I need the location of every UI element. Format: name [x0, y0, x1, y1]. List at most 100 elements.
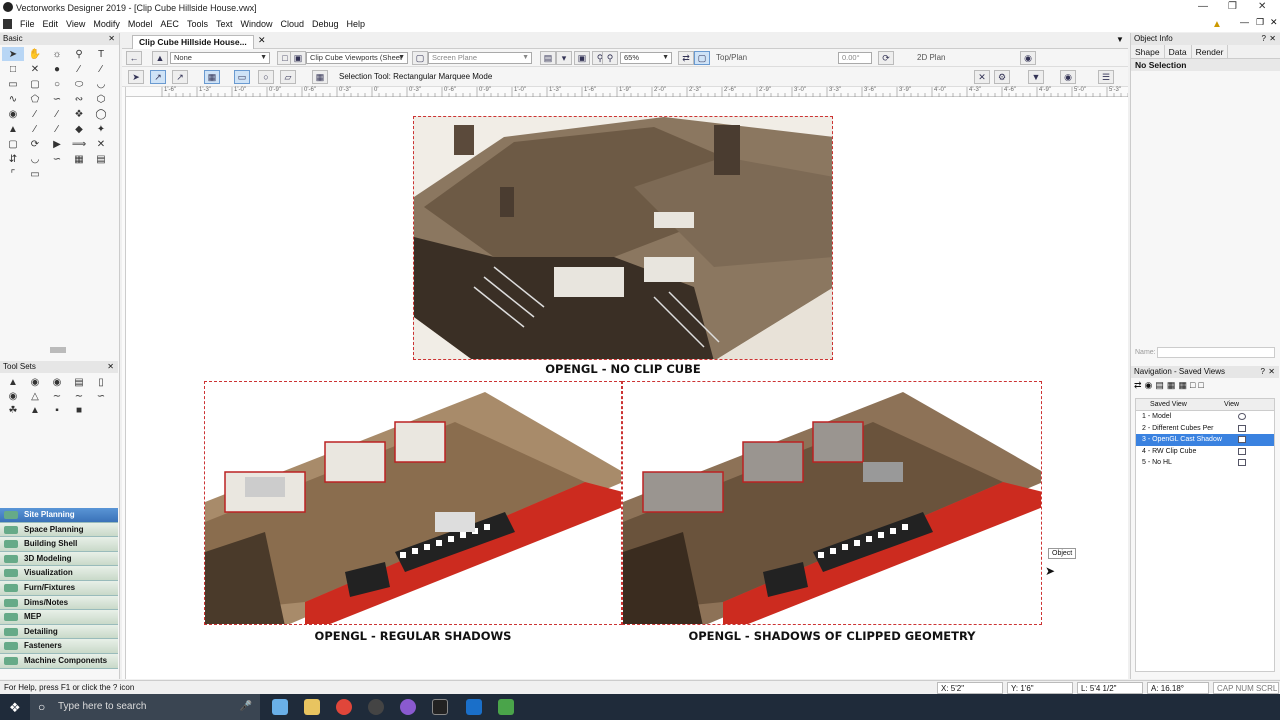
- minimize-icon[interactable]: —: [1198, 1, 1208, 12]
- plant-icon[interactable]: ☘: [2, 403, 24, 417]
- split-tool-icon[interactable]: ∕: [24, 122, 46, 136]
- help-icon[interactable]: ?: [1262, 33, 1266, 45]
- taskbar-search[interactable]: ○ Type here to search 🎤: [30, 694, 260, 720]
- double-line-tool-icon[interactable]: ◉: [2, 107, 24, 121]
- delete-tool-icon[interactable]: ✕: [24, 62, 46, 76]
- rotate-tool-icon[interactable]: ⟳: [24, 137, 46, 151]
- polyline-tool-icon[interactable]: ∿: [2, 92, 24, 106]
- microphone-icon[interactable]: 🎤: [240, 694, 252, 720]
- menu-help[interactable]: Help: [343, 16, 370, 32]
- flip-icon[interactable]: ⇄: [678, 51, 694, 65]
- wall-tool-icon[interactable]: ▦: [68, 152, 90, 166]
- nav-back-icon[interactable]: ⇄: [1134, 380, 1142, 392]
- toolset-space-planning[interactable]: Space Planning: [0, 522, 118, 538]
- close-icon[interactable]: ✕: [107, 361, 114, 373]
- toolset-dims-notes[interactable]: Dims/Notes: [0, 595, 118, 611]
- eyedropper-tool-icon[interactable]: ●: [46, 62, 68, 76]
- close-icon[interactable]: ✕: [1269, 33, 1276, 45]
- scale-mode-icon[interactable]: ▦: [204, 70, 220, 84]
- snagit-icon[interactable]: [498, 699, 514, 715]
- rectangle-tool-icon[interactable]: ▭: [2, 77, 24, 91]
- nav-sheets-icon[interactable]: ▤: [1155, 380, 1164, 392]
- saved-view-row[interactable]: 5 - No HL: [1136, 457, 1274, 469]
- layers-icon[interactable]: ☰: [1098, 70, 1114, 84]
- name-field[interactable]: [1157, 347, 1275, 358]
- grade-icon[interactable]: ◉: [24, 375, 46, 389]
- obs-icon[interactable]: [368, 699, 384, 715]
- vimeo-icon[interactable]: [400, 699, 416, 715]
- help-icon[interactable]: ?: [1261, 366, 1265, 378]
- site-model-icon[interactable]: ▲: [2, 375, 24, 389]
- menu-window[interactable]: Window: [236, 16, 276, 32]
- toolset-machine-components[interactable]: Machine Components: [0, 653, 118, 669]
- drawing-canvas[interactable]: OPENGL - NO CLIP CUBE OPENGL - REGULAR S…: [127, 98, 1128, 679]
- rotation-field[interactable]: 0.00°: [838, 52, 872, 64]
- rectangular-marquee-icon[interactable]: ▭: [234, 70, 250, 84]
- tab-menu-icon[interactable]: ▼: [1116, 35, 1124, 44]
- saved-view-row[interactable]: 4 - RW Clip Cube: [1136, 446, 1274, 458]
- close-icon[interactable]: ✕: [1268, 366, 1275, 378]
- site-survey-icon[interactable]: ■: [68, 403, 90, 417]
- visualization-tool-icon[interactable]: ▤: [90, 152, 112, 166]
- back-icon[interactable]: ←: [126, 51, 142, 65]
- curb-icon[interactable]: ∽: [90, 389, 112, 403]
- saved-view-row[interactable]: 3 - OpenGL Cast Shadow: [1136, 434, 1274, 446]
- class-select[interactable]: None ▼: [170, 52, 270, 64]
- toolset-fasteners[interactable]: Fasteners: [0, 639, 118, 654]
- disable-interactive-icon[interactable]: ↗: [172, 70, 188, 84]
- stretch-tool-icon[interactable]: ✕: [90, 137, 112, 151]
- toolset-3d-modeling[interactable]: 3D Modeling: [0, 551, 118, 567]
- plane-select[interactable]: Screen Plane ▼: [428, 52, 532, 64]
- viewport-icon[interactable]: ▣: [290, 51, 306, 65]
- transform-mode-icon[interactable]: ↗: [150, 70, 166, 84]
- massing-icon[interactable]: ▲: [24, 403, 46, 417]
- palette-collapse-handle[interactable]: [50, 347, 66, 353]
- windows-start-icon[interactable]: ❖: [9, 700, 21, 716]
- menu-file[interactable]: File: [16, 16, 39, 32]
- circle-tool-icon[interactable]: ○: [46, 77, 68, 91]
- rounded-rect-tool-icon[interactable]: ▢: [24, 77, 46, 91]
- spiral-tool-icon[interactable]: ∾: [68, 92, 90, 106]
- toolset-visualization[interactable]: Visualization: [0, 566, 118, 581]
- loci-tool-icon[interactable]: ✦: [90, 122, 112, 136]
- menu-tools[interactable]: Tools: [183, 16, 212, 32]
- connect-tool-icon[interactable]: ◆: [68, 122, 90, 136]
- toolset-furn-fixtures[interactable]: Furn/Fixtures: [0, 580, 118, 596]
- view-standard-icon[interactable]: ▢: [694, 51, 710, 65]
- lasso-marquee-icon[interactable]: ○: [258, 70, 274, 84]
- arc-2-tool-icon[interactable]: ◡: [24, 152, 46, 166]
- nav-refs-icon[interactable]: □: [1190, 380, 1195, 392]
- preferences-icon[interactable]: ▦: [312, 70, 328, 84]
- render-icon[interactable]: ▼: [1028, 70, 1044, 84]
- viewport-regular-shadows[interactable]: [204, 381, 622, 625]
- trim-tool-icon[interactable]: ∕: [46, 122, 68, 136]
- menu-debug[interactable]: Debug: [308, 16, 343, 32]
- move-tool-icon[interactable]: ▶: [46, 137, 68, 151]
- nav-layers-icon[interactable]: ◉: [1145, 380, 1153, 392]
- polygon-marquee-icon[interactable]: ▱: [280, 70, 296, 84]
- document-tab[interactable]: Clip Cube Hillside House...: [132, 35, 254, 49]
- selection-tool-icon[interactable]: ➤: [2, 47, 24, 61]
- close-doc-icon[interactable]: ✕: [1270, 17, 1278, 28]
- offset-tool-icon[interactable]: ∕: [24, 107, 46, 121]
- menu-cloud[interactable]: Cloud: [276, 16, 308, 32]
- viewport-no-clip-cube[interactable]: [413, 116, 833, 360]
- tape-tool-icon[interactable]: ▭: [24, 167, 46, 181]
- chamfer-tool-icon[interactable]: ▲: [2, 122, 24, 136]
- snap-tool-icon[interactable]: ⌜: [2, 167, 24, 181]
- text-tool-icon[interactable]: T: [90, 47, 112, 61]
- polygon-tool-icon[interactable]: ⬠: [24, 92, 46, 106]
- zoom-select[interactable]: 65% ▼: [620, 52, 672, 64]
- nav-save-icon[interactable]: ▦: [1178, 380, 1187, 392]
- toolset-mep[interactable]: MEP: [0, 610, 118, 625]
- menu-model[interactable]: Model: [124, 16, 157, 32]
- bezier-tool-icon[interactable]: ∽: [46, 152, 68, 166]
- nav-menu-icon[interactable]: □: [1198, 380, 1203, 392]
- class-icon[interactable]: ▲: [152, 51, 168, 65]
- menu-aec[interactable]: AEC: [156, 16, 183, 32]
- reshape-tool-icon[interactable]: ∕: [46, 107, 68, 121]
- dimension-tool-icon[interactable]: ∕: [90, 62, 112, 76]
- close-icon[interactable]: ✕: [1258, 1, 1266, 12]
- mirror-tool-icon[interactable]: ▢: [2, 137, 24, 151]
- arc-tool-icon[interactable]: ◡: [90, 77, 112, 91]
